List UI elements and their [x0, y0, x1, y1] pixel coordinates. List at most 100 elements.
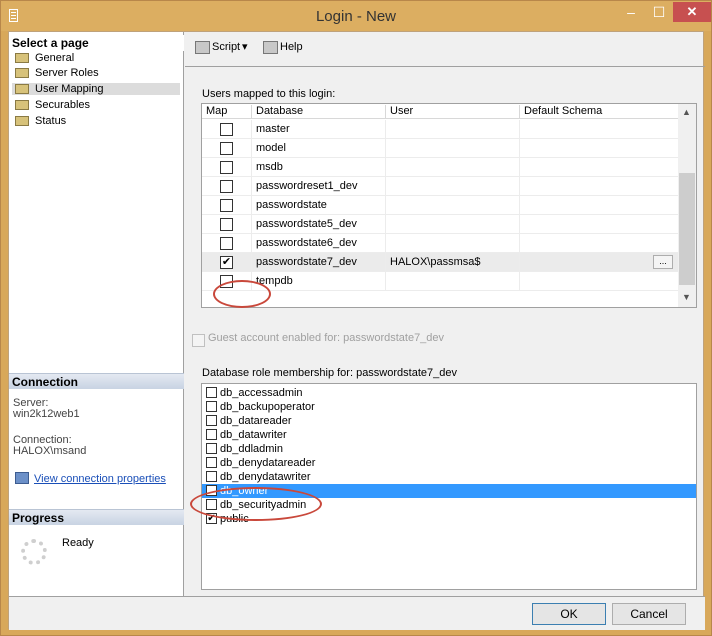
schema-cell[interactable] [520, 215, 678, 234]
page-item-server-roles[interactable]: Server Roles [12, 67, 180, 79]
database-cell: passwordstate5_dev [252, 215, 386, 234]
help-icon [263, 40, 278, 54]
map-checkbox[interactable] [220, 142, 233, 155]
script-dropdown-icon[interactable]: ▾ [242, 40, 248, 54]
grid-header: Map Database User Default Schema [202, 104, 678, 119]
table-row[interactable]: ✔ passwordstate7_dev HALOX\passmsa$... [202, 253, 678, 272]
map-checkbox[interactable] [220, 180, 233, 193]
scroll-down-icon[interactable]: ▼ [682, 292, 691, 302]
table-row[interactable]: master [202, 120, 678, 139]
user-cell[interactable] [386, 234, 520, 253]
minimize-button[interactable]: – [618, 2, 644, 22]
table-row[interactable]: passwordstate6_dev [202, 234, 678, 253]
ok-button[interactable]: OK [532, 603, 606, 625]
role-item[interactable]: db_ddladmin [202, 442, 696, 456]
user-cell[interactable] [386, 196, 520, 215]
page-item-label: Securables [35, 99, 91, 111]
database-cell: master [252, 120, 386, 139]
map-checkbox[interactable]: ✔ [220, 256, 233, 269]
role-item[interactable]: db_datareader [202, 414, 696, 428]
schema-cell[interactable] [520, 234, 678, 253]
progress-spinner-icon [21, 539, 47, 565]
table-row[interactable]: passwordstate [202, 196, 678, 215]
map-checkbox[interactable] [220, 161, 233, 174]
close-button[interactable]: ✕ [673, 2, 711, 22]
map-cell [202, 234, 252, 253]
schema-cell[interactable] [520, 272, 678, 291]
grid-scrollbar[interactable]: ▲ ▼ [678, 104, 696, 307]
table-row[interactable]: passwordreset1_dev [202, 177, 678, 196]
user-cell[interactable]: HALOX\passmsa$ [386, 253, 520, 272]
role-item[interactable]: db_backupoperator [202, 400, 696, 414]
role-item[interactable]: db_denydatareader [202, 456, 696, 470]
cancel-button[interactable]: Cancel [612, 603, 686, 625]
schema-browse-button[interactable]: ... [653, 255, 673, 269]
column-header-user[interactable]: User [386, 105, 520, 119]
schema-cell[interactable] [520, 120, 678, 139]
table-row[interactable]: msdb [202, 158, 678, 177]
toolbar: Script ▾ Help [185, 32, 705, 62]
script-button[interactable]: Script [195, 40, 240, 54]
role-checkbox[interactable] [206, 387, 217, 398]
help-button[interactable]: Help [263, 40, 303, 54]
user-cell[interactable] [386, 177, 520, 196]
role-item[interactable]: db_datawriter [202, 428, 696, 442]
map-checkbox[interactable] [220, 218, 233, 231]
scroll-up-icon[interactable]: ▲ [682, 107, 691, 117]
map-cell [202, 120, 252, 139]
database-cell: msdb [252, 158, 386, 177]
schema-cell[interactable] [520, 139, 678, 158]
map-checkbox[interactable] [220, 199, 233, 212]
scrollbar-thumb[interactable] [679, 173, 695, 285]
database-cell: tempdb [252, 272, 386, 291]
role-name: db_ddladmin [220, 443, 283, 455]
table-row[interactable]: passwordstate5_dev [202, 215, 678, 234]
dialog-client: Select a page General Server Roles User … [8, 31, 705, 630]
role-checkbox[interactable] [206, 443, 217, 454]
role-checkbox[interactable] [206, 401, 217, 412]
table-row[interactable]: tempdb [202, 272, 678, 291]
role-checkbox[interactable] [206, 471, 217, 482]
user-cell[interactable] [386, 215, 520, 234]
button-bar: OK Cancel [9, 596, 705, 630]
role-name: db_backupoperator [220, 401, 315, 413]
highlight-oval-db-owner [190, 487, 322, 521]
role-name: db_datawriter [220, 429, 287, 441]
window-title: Login - New [315, 8, 397, 25]
schema-cell[interactable] [520, 196, 678, 215]
role-item[interactable]: db_accessadmin [202, 386, 696, 400]
schema-cell[interactable] [520, 158, 678, 177]
map-cell [202, 177, 252, 196]
script-icon [195, 40, 210, 54]
user-cell[interactable] [386, 272, 520, 291]
role-checkbox[interactable] [206, 415, 217, 426]
highlight-oval-checkbox [213, 280, 271, 308]
map-checkbox[interactable] [220, 237, 233, 250]
schema-cell[interactable] [520, 177, 678, 196]
view-connection-properties-link[interactable]: View connection properties [34, 473, 166, 485]
guest-account-checkbox[interactable] [192, 334, 205, 347]
column-header-map[interactable]: Map [202, 105, 252, 119]
title-bar[interactable]: Login - New – ☐ ✕ [1, 1, 711, 31]
column-header-default-schema[interactable]: Default Schema [520, 105, 678, 119]
script-label: Script [212, 41, 241, 53]
page-item-general[interactable]: General [12, 52, 180, 64]
map-checkbox[interactable] [220, 123, 233, 136]
page-item-securables[interactable]: Securables [12, 99, 180, 111]
page-icon [15, 116, 29, 126]
table-row[interactable]: model [202, 139, 678, 158]
page-item-user-mapping[interactable]: User Mapping [12, 83, 180, 95]
page-item-label: User Mapping [35, 83, 104, 95]
user-cell[interactable] [386, 120, 520, 139]
role-checkbox[interactable] [206, 429, 217, 440]
maximize-button[interactable]: ☐ [646, 2, 672, 22]
page-item-label: General [35, 52, 75, 64]
user-cell[interactable] [386, 158, 520, 177]
user-cell[interactable] [386, 139, 520, 158]
role-checkbox[interactable] [206, 457, 217, 468]
page-item-status[interactable]: Status [12, 115, 180, 127]
help-label: Help [280, 41, 303, 53]
role-item[interactable]: db_denydatawriter [202, 470, 696, 484]
map-cell [202, 139, 252, 158]
column-header-database[interactable]: Database [252, 105, 386, 119]
